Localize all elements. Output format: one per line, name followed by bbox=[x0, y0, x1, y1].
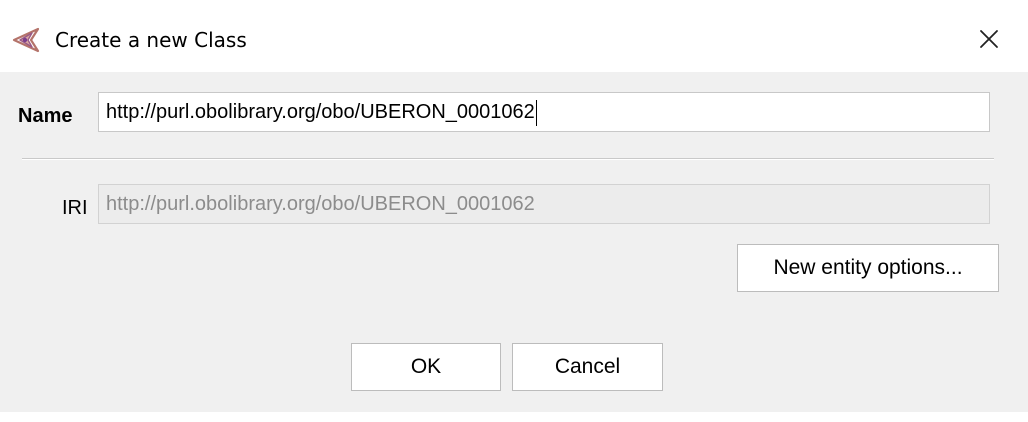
title-bar: Create a new Class bbox=[0, 0, 1028, 72]
separator bbox=[22, 158, 994, 160]
iri-field-value: http://purl.obolibrary.org/obo/UBERON_00… bbox=[106, 193, 535, 215]
create-class-dialog: Create a new Class Name http://purl.obol… bbox=[0, 0, 1028, 422]
name-input-value: http://purl.obolibrary.org/obo/UBERON_00… bbox=[106, 101, 535, 123]
ok-button[interactable]: OK bbox=[351, 343, 501, 391]
iri-field: http://purl.obolibrary.org/obo/UBERON_00… bbox=[98, 184, 990, 224]
name-label: Name bbox=[18, 105, 73, 127]
text-caret bbox=[535, 99, 537, 126]
window-title: Create a new Class bbox=[55, 28, 247, 52]
protege-app-icon bbox=[12, 26, 44, 54]
name-input[interactable]: http://purl.obolibrary.org/obo/UBERON_00… bbox=[98, 92, 990, 132]
new-entity-options-button[interactable]: New entity options... bbox=[737, 244, 999, 292]
close-icon bbox=[980, 30, 998, 48]
iri-label: IRI bbox=[62, 197, 88, 219]
cancel-button[interactable]: Cancel bbox=[512, 343, 663, 391]
close-button[interactable] bbox=[972, 22, 1006, 56]
dialog-content: Name http://purl.obolibrary.org/obo/UBER… bbox=[0, 72, 1028, 412]
